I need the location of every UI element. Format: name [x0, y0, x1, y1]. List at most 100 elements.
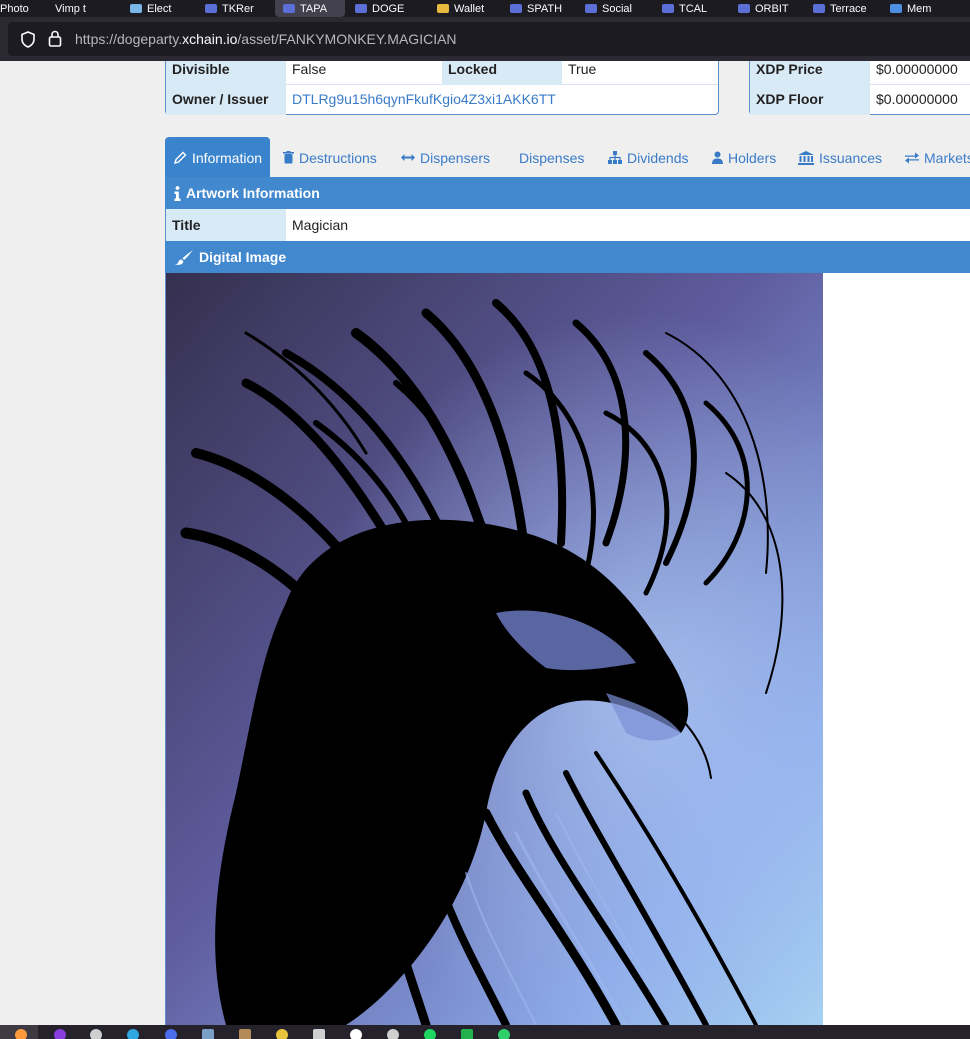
browser-toolbar: https://dogeparty.xchain.io/asset/FANKYM… — [0, 17, 970, 61]
url-prefix: https://dogeparty. — [75, 31, 183, 47]
notes-icon[interactable] — [202, 1029, 214, 1039]
owner-issuer-link[interactable]: DTLRg9u15h6qynFkufKgio4Z3xi1AKK6TT — [286, 84, 718, 115]
browser-tab[interactable]: TCAL — [662, 0, 707, 17]
address-bar[interactable]: https://dogeparty.xchain.io/asset/FANKYM… — [8, 22, 970, 56]
tab-label: Dividends — [627, 149, 689, 166]
panel-title: Artwork Information — [186, 185, 320, 201]
shield-icon[interactable] — [20, 31, 36, 48]
browser-tab-label: Terrace — [830, 2, 867, 15]
paintbrush-icon — [175, 250, 193, 265]
title-label: Title — [166, 209, 286, 241]
browser-tab[interactable]: Vimp t — [55, 0, 86, 17]
lock-icon[interactable] — [48, 30, 62, 47]
web-page: Divisible False Locked True Owner / Issu… — [0, 61, 970, 1025]
tab-favicon-icon — [585, 4, 597, 13]
tab-label: Dispenses — [519, 149, 585, 166]
browser-tab[interactable]: ORBIT — [738, 0, 789, 17]
document-icon[interactable] — [313, 1029, 325, 1039]
browser-tab-label: Photo — [0, 2, 29, 15]
github-icon[interactable] — [350, 1029, 362, 1039]
owner-issuer-label: Owner / Issuer — [166, 84, 286, 115]
table-row: Title Magician — [165, 209, 970, 241]
browser-tab-label: Elect — [147, 2, 172, 15]
browser-tab-active[interactable]: TAPA — [275, 0, 345, 17]
browser-tab[interactable]: Mem — [890, 0, 931, 17]
telegram-icon[interactable] — [127, 1029, 139, 1039]
tab-favicon-icon — [205, 4, 217, 13]
tab-favicon-icon — [355, 4, 367, 13]
tab-markets[interactable]: Markets — [905, 137, 970, 178]
tab-favicon-icon — [130, 4, 142, 13]
tab-favicon-icon — [437, 4, 449, 13]
spotify-icon[interactable] — [424, 1029, 436, 1039]
locked-value: True — [568, 61, 597, 77]
tab-label: Destructions — [299, 149, 377, 166]
browser-tab-label: TKRer — [222, 2, 254, 15]
asset-tabs: Information Destructions Dispensers Disp… — [165, 137, 970, 178]
tab-favicon-icon — [738, 4, 750, 13]
browser-tab[interactable]: Terrace — [813, 0, 867, 17]
exchange-icon — [905, 152, 919, 163]
tab-dividends[interactable]: Dividends — [608, 137, 688, 178]
at-icon[interactable] — [387, 1029, 399, 1039]
table-row: Owner / Issuer DTLRg9u15h6qynFkufKgio4Z3… — [166, 84, 718, 115]
browser-tab[interactable]: Wallet — [437, 0, 484, 17]
tab-dispensers[interactable]: Dispensers — [401, 137, 490, 178]
arrows-horizontal-icon — [401, 154, 415, 161]
tab-holders[interactable]: Holders — [712, 137, 776, 178]
tab-label: Information — [192, 149, 263, 166]
tab-destructions[interactable]: Destructions — [283, 137, 377, 178]
tab-favicon-icon — [662, 4, 674, 13]
browser-tab-label: ORBIT — [755, 2, 789, 15]
artwork-information-header: Artwork Information — [165, 177, 970, 209]
tab-favicon-icon — [813, 4, 825, 13]
divisible-label: Divisible — [166, 61, 286, 85]
url-path: /asset/FANKYMONKEY.MAGICIAN — [237, 31, 457, 47]
signal-icon[interactable] — [165, 1029, 177, 1039]
chat-icon[interactable] — [498, 1029, 510, 1039]
tab-favicon-icon — [510, 4, 522, 13]
tab-label: Issuances — [819, 149, 883, 166]
folder-icon[interactable] — [239, 1029, 251, 1039]
url-text[interactable]: https://dogeparty.xchain.io/asset/FANKYM… — [75, 31, 457, 47]
browser-tab[interactable]: Social — [585, 0, 632, 17]
tab-dispenses[interactable]: Dispenses — [519, 137, 584, 178]
browser-tab-label: Vimp t — [55, 2, 86, 15]
info-icon — [174, 185, 181, 201]
table-row: XDP Price $0.00000000 — [750, 61, 970, 85]
artwork-image[interactable] — [166, 273, 823, 1025]
whatsapp-icon[interactable] — [90, 1029, 102, 1039]
locked-label: Locked — [442, 61, 562, 85]
tab-information[interactable]: Information — [165, 137, 270, 178]
bank-icon — [798, 150, 814, 165]
asset-info-table: Divisible False Locked True Owner / Issu… — [165, 61, 719, 115]
sitemap-icon — [608, 151, 622, 164]
digital-image-header: Digital Image — [165, 241, 970, 273]
browser-tab-label: DOGE — [372, 2, 405, 15]
xdp-price-label: XDP Price — [750, 61, 870, 85]
xbox-icon[interactable] — [461, 1029, 473, 1039]
digital-image-container — [165, 273, 970, 1025]
tab-label: Holders — [728, 149, 777, 166]
browser-tab[interactable]: DOGE — [355, 0, 404, 17]
tab-label: Dispensers — [420, 149, 491, 166]
browser-tab-label: Wallet — [454, 2, 485, 15]
firefox-icon[interactable] — [15, 1029, 27, 1039]
photos-icon[interactable] — [276, 1029, 288, 1039]
title-value: Magician — [292, 217, 349, 233]
tab-favicon-icon — [283, 4, 295, 13]
tab-issuances[interactable]: Issuances — [798, 137, 882, 178]
taskbar — [0, 1025, 970, 1039]
url-host: xchain.io — [182, 31, 238, 47]
xdp-floor-value: $0.00000000 — [876, 91, 958, 107]
browser-tab-label: Mem — [907, 2, 932, 15]
browser-tab[interactable]: Photo — [0, 0, 29, 17]
app-icon[interactable] — [54, 1029, 66, 1039]
table-row: XDP Floor $0.00000000 — [750, 84, 970, 115]
pencil-icon — [174, 151, 187, 164]
browser-tab[interactable]: TKRer — [205, 0, 254, 17]
browser-tab-label: SPATH — [527, 2, 563, 15]
xdp-floor-label: XDP Floor — [750, 84, 870, 115]
browser-tab[interactable]: SPATH — [510, 0, 562, 17]
browser-tab[interactable]: Elect — [130, 0, 171, 17]
